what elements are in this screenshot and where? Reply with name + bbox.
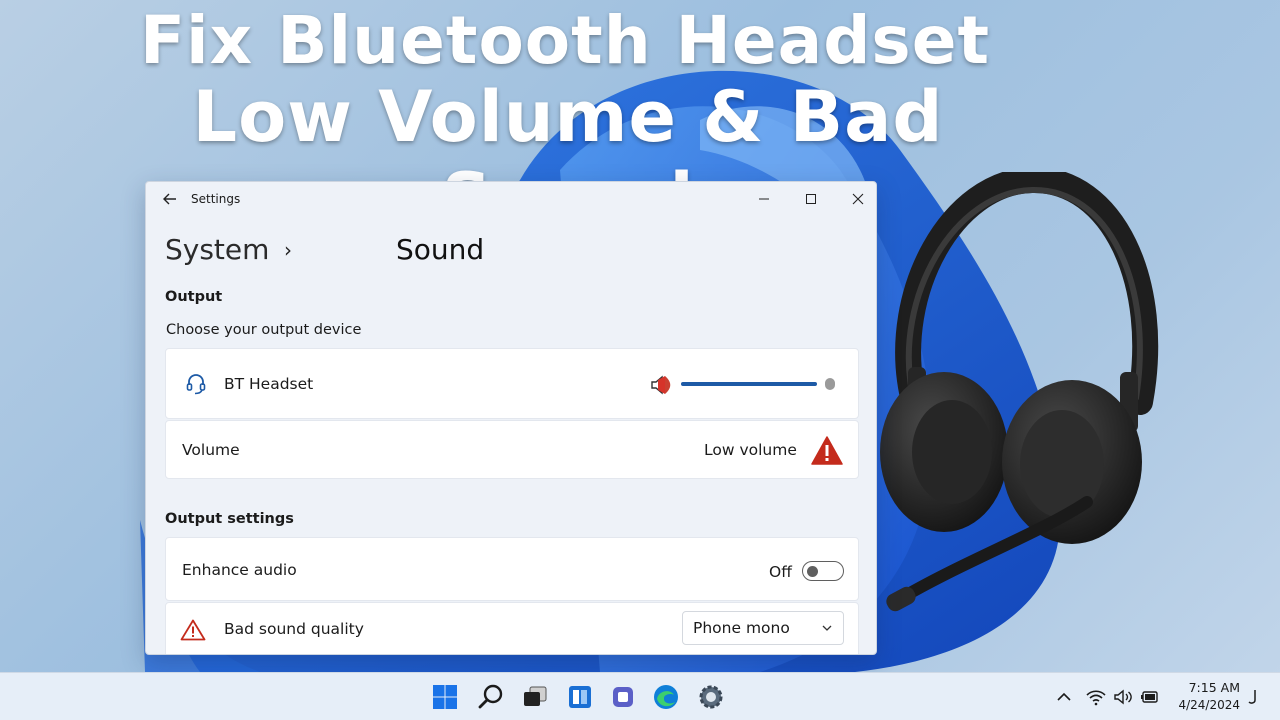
app-title: Settings	[191, 192, 241, 206]
format-dropdown[interactable]: Phone mono	[682, 611, 844, 645]
maximize-icon	[806, 194, 816, 204]
clock-time[interactable]: 7:15 AM	[1160, 680, 1240, 695]
teams-chat-icon[interactable]	[609, 683, 637, 711]
output-device-card[interactable]: BT Headset	[165, 348, 859, 419]
output-section-label: Output	[165, 289, 223, 305]
taskbar: 7:15 AM 4/24/2024	[0, 672, 1280, 720]
close-button[interactable]	[846, 188, 870, 210]
sound-format-card: Bad sound quality Phone mono	[165, 602, 859, 654]
choose-output-label: Choose your output device	[166, 322, 362, 338]
speaker-muted-icon[interactable]	[650, 374, 674, 396]
wifi-icon[interactable]	[1086, 688, 1106, 706]
page-title: Sound	[396, 233, 485, 266]
headline-line-1: Fix Bluetooth Headset	[139, 2, 991, 79]
device-name: BT Headset	[224, 375, 314, 393]
search-icon[interactable]	[477, 683, 505, 711]
edge-browser-icon[interactable]	[652, 683, 680, 711]
volume-tray-icon[interactable]	[1113, 688, 1133, 706]
breadcrumb-chevron: ›	[284, 238, 292, 262]
enhance-audio-card[interactable]: Enhance audio Off	[165, 537, 859, 601]
minimize-button[interactable]	[752, 188, 776, 210]
volume-card: Volume Low volume	[165, 420, 859, 479]
close-icon	[852, 193, 864, 205]
minimize-icon	[759, 198, 769, 200]
toggle-knob	[807, 565, 818, 577]
warning-outline-icon	[180, 619, 206, 641]
enhance-audio-label: Enhance audio	[182, 561, 297, 579]
format-dropdown-value: Phone mono	[693, 619, 790, 637]
volume-label: Volume	[182, 441, 240, 459]
clock-date[interactable]: 4/24/2024	[1160, 698, 1240, 712]
headset-icon	[186, 374, 206, 395]
widgets-icon[interactable]	[566, 683, 594, 711]
chevron-up-icon[interactable]	[1054, 688, 1074, 706]
volume-slider-thumb[interactable]	[825, 378, 835, 390]
windows-start-icon[interactable]	[431, 683, 459, 711]
breadcrumb-system[interactable]: System	[165, 233, 269, 266]
headset-illustration	[880, 172, 1159, 612]
notification-icon[interactable]	[1246, 688, 1260, 706]
enhance-audio-state: Off	[769, 563, 792, 581]
warning-icon	[811, 436, 843, 465]
output-settings-section-label: Output settings	[165, 511, 294, 527]
task-view-icon[interactable]	[521, 683, 549, 711]
bad-sound-quality-label: Bad sound quality	[224, 620, 364, 638]
settings-window: Settings System › Sound Output Choose yo…	[145, 181, 877, 655]
settings-gear-icon[interactable]	[697, 683, 725, 711]
back-arrow-icon[interactable]	[162, 191, 178, 207]
maximize-button[interactable]	[799, 188, 823, 210]
chevron-down-icon	[822, 625, 832, 631]
battery-icon[interactable]	[1140, 688, 1160, 706]
title-bar: Settings	[146, 182, 876, 216]
volume-status: Low volume	[704, 441, 797, 459]
enhance-audio-toggle[interactable]	[802, 561, 844, 581]
volume-slider-track[interactable]	[681, 382, 817, 386]
